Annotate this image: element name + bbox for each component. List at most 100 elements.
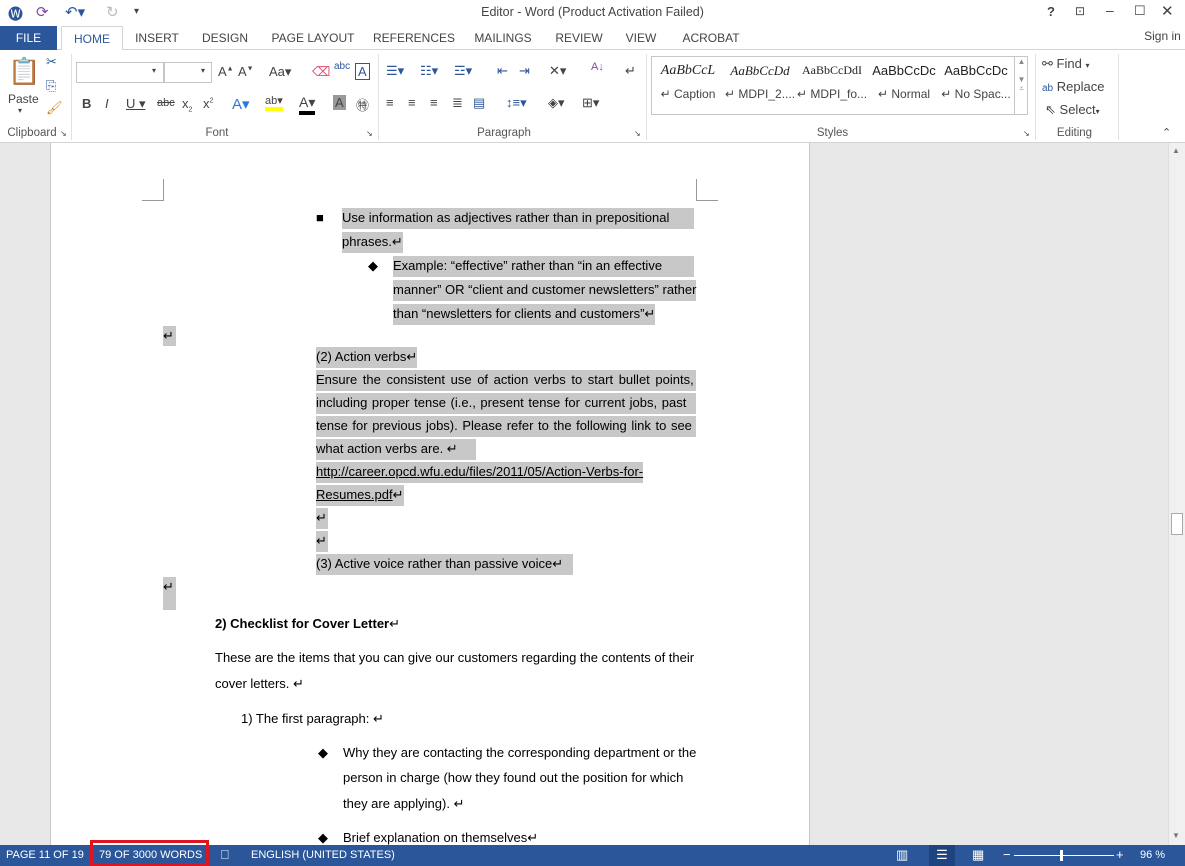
vertical-scrollbar[interactable]: ▲ ▼ [1168, 143, 1185, 845]
align-center-icon[interactable]: ≡ [408, 95, 416, 110]
collapse-ribbon-icon[interactable]: ⌃ [1162, 126, 1171, 139]
strikethrough-button[interactable]: abc [157, 97, 175, 109]
highlight-color-icon[interactable]: ab▾ [265, 94, 283, 111]
tab-insert[interactable]: INSERT [128, 26, 186, 50]
styles-gallery: AaBbCcL ↵ Caption AaBbCcDd ↵ MDPI_2.... Aa… [651, 56, 1028, 115]
tab-view[interactable]: VIEW [618, 26, 664, 50]
tab-page-layout[interactable]: PAGE LAYOUT [266, 26, 360, 50]
help-button[interactable]: ? [1047, 4, 1055, 19]
shading-icon[interactable]: ◈▾ [548, 95, 565, 111]
find-button[interactable]: ⚯ Find ▾ [1042, 56, 1089, 72]
increase-indent-icon[interactable]: ⇥ [519, 63, 530, 79]
text-line: phrases.↵ [342, 232, 403, 253]
change-case-icon[interactable]: Aa▾ [269, 64, 291, 80]
shrink-font-icon[interactable]: A▼ [238, 64, 254, 79]
bullets-icon[interactable]: ☰▾ [386, 63, 404, 79]
text-effects-abc-icon[interactable]: abc [334, 61, 350, 72]
font-size-dropdown-icon[interactable]: ▾ [201, 66, 205, 75]
language[interactable]: ENGLISH (UNITED STATES) [251, 849, 395, 861]
font-name-input[interactable] [76, 62, 164, 83]
maximize-button[interactable]: ☐ [1134, 3, 1146, 19]
numbering-icon[interactable]: ☷▾ [420, 63, 438, 79]
page-count[interactable]: PAGE 11 OF 19 [6, 849, 84, 861]
text-line: manner” OR “client and customer newslett… [393, 280, 697, 301]
clipboard-launcher-icon[interactable]: ↘ [60, 129, 67, 138]
multilevel-list-icon[interactable]: ☲▾ [454, 63, 472, 79]
sort-icon[interactable]: A↓ [591, 61, 604, 73]
style-mdpi-2[interactable]: AaBbCcDd ↵ MDPI_2.... [724, 63, 796, 101]
zoom-out-button[interactable]: − [1003, 847, 1011, 862]
character-border-icon[interactable]: A [355, 63, 370, 80]
sign-in-link[interactable]: Sign in [1140, 24, 1185, 48]
show-formatting-icon[interactable]: ↵ [625, 63, 636, 79]
line-spacing-icon[interactable]: ↕≡▾ [506, 95, 527, 111]
italic-button[interactable]: I [105, 96, 109, 111]
paste-dropdown-icon[interactable]: ▾ [18, 106, 22, 115]
ribbon-display-options-icon[interactable]: ⊡ [1075, 4, 1085, 18]
zoom-slider-thumb[interactable] [1060, 850, 1063, 861]
align-left-icon[interactable]: ≡ [386, 95, 394, 110]
enclose-characters-icon[interactable]: ㊕ [356, 95, 369, 114]
copy-icon[interactable]: ⎘ [46, 78, 56, 94]
tab-references[interactable]: REFERENCES [372, 26, 456, 50]
zoom-in-button[interactable]: + [1116, 847, 1124, 862]
borders-icon[interactable]: ⊞▾ [582, 95, 599, 111]
page[interactable] [50, 143, 810, 845]
text-line: Example: “effective” rather than “in an … [393, 256, 695, 277]
font-color-icon[interactable]: A▾ [299, 94, 316, 115]
clear-formatting-icon[interactable]: ⌫ [312, 64, 330, 80]
styles-scroll-buttons[interactable]: ▲ ▼ ⩡ [1014, 57, 1028, 114]
subscript-button[interactable]: x2 [182, 96, 192, 114]
distributed-icon[interactable]: ▤ [473, 95, 485, 111]
styles-launcher-icon[interactable]: ↘ [1023, 129, 1030, 138]
decrease-indent-icon[interactable]: ⇤ [497, 63, 508, 79]
tab-design[interactable]: DESIGN [196, 26, 254, 50]
asian-layout-icon[interactable]: ✕▾ [549, 63, 566, 79]
tab-review[interactable]: REVIEW [550, 26, 608, 50]
paste-button[interactable]: Paste [8, 92, 39, 106]
format-painter-icon[interactable]: 🖌 [46, 100, 63, 116]
scroll-down-icon[interactable]: ▼ [1172, 831, 1180, 840]
minimize-button[interactable]: – [1106, 2, 1114, 18]
tab-acrobat[interactable]: ACROBAT [676, 26, 746, 50]
bold-button[interactable]: B [82, 96, 91, 111]
tab-file[interactable]: FILE [0, 26, 57, 50]
paragraph-group-label: Paragraph [477, 127, 531, 139]
zoom-slider[interactable] [1014, 855, 1114, 856]
style-normal[interactable]: AaBbCcDc ↵ Normal [868, 63, 940, 101]
ribbon-tabs: FILE HOME INSERT DESIGN PAGE LAYOUT REFE… [0, 24, 1185, 51]
superscript-button[interactable]: x2 [203, 96, 213, 111]
underline-button[interactable]: U ▾ [126, 96, 146, 112]
style-caption[interactable]: AaBbCcL ↵ Caption [652, 63, 724, 101]
read-mode-icon[interactable]: ▥ [896, 847, 908, 863]
font-name-dropdown-icon[interactable]: ▾ [152, 66, 156, 75]
scrollbar-thumb[interactable] [1171, 513, 1183, 535]
text-line: they are applying). ↵ [343, 796, 465, 811]
font-launcher-icon[interactable]: ↘ [366, 129, 373, 138]
tab-mailings[interactable]: MAILINGS [468, 26, 538, 50]
paste-icon[interactable]: 📋 [8, 56, 40, 87]
action-verbs-link[interactable]: http://career.opcd.wfu.edu/files/2011/05… [316, 462, 644, 483]
zoom-level[interactable]: 96 % [1140, 849, 1165, 861]
close-button[interactable]: ✕ [1161, 2, 1174, 20]
align-right-icon[interactable]: ≡ [430, 95, 438, 110]
style-no-spacing[interactable]: AaBbCcDc ↵ No Spac... [940, 63, 1012, 101]
character-shading-icon[interactable]: A [333, 95, 346, 110]
paragraph-launcher-icon[interactable]: ↘ [634, 129, 641, 138]
web-layout-icon[interactable]: ▦ [972, 847, 984, 863]
proofing-icon[interactable]: ⎕ [221, 847, 229, 863]
scroll-up-icon[interactable]: ▲ [1172, 146, 1180, 155]
cut-icon[interactable]: ✂ [46, 54, 57, 70]
grow-font-icon[interactable]: A▲ [218, 64, 234, 79]
select-button[interactable]: ⇖ Select▾ [1045, 102, 1100, 118]
action-verbs-link-cont[interactable]: Resumes.pdf↵ [316, 485, 404, 506]
justify-icon[interactable]: ≣ [452, 95, 463, 111]
replace-button[interactable]: ab Replace [1042, 79, 1104, 94]
text-effects-icon[interactable]: A▾ [232, 95, 250, 113]
tab-home[interactable]: HOME [61, 26, 123, 51]
style-mdpi-fo[interactable]: AaBbCcDdI ↵ MDPI_fo... [796, 63, 868, 101]
text-line: tense for previous jobs). Please refer t… [316, 416, 696, 437]
text-line: (3) Active voice rather than passive voi… [316, 554, 574, 575]
print-layout-icon[interactable]: ☰ [929, 845, 955, 866]
font-group-label: Font [205, 127, 229, 139]
